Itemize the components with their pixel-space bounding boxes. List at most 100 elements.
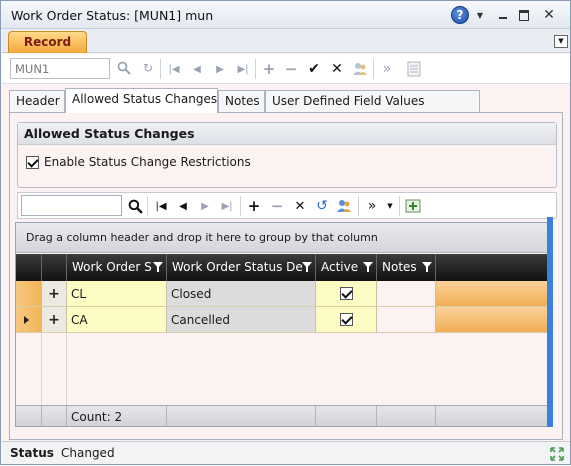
help-dropdown-icon[interactable]: ▼ (475, 6, 485, 24)
enable-restrictions-checkbox[interactable] (26, 155, 39, 169)
filter-icon[interactable] (363, 262, 373, 272)
row-selector[interactable] (16, 307, 42, 333)
refresh-icon[interactable]: ↻ (138, 58, 158, 78)
footer-cell (42, 406, 67, 426)
more-chevron-icon[interactable]: » (377, 59, 397, 79)
active-checkbox[interactable] (339, 287, 353, 300)
title-bar: Work Order Status: [MUN1] mun ? ▼ ✕ (1, 1, 570, 29)
notes-cell[interactable] (377, 281, 436, 307)
row-count: Count: 2 (67, 406, 167, 426)
group-title: Allowed Status Changes (18, 123, 556, 145)
grid-users-icon[interactable] (334, 196, 354, 216)
status-changes-grid: Drag a column header and drop it here to… (15, 222, 553, 427)
header-selector (16, 254, 42, 281)
add-row-plus-icon[interactable]: + (244, 196, 264, 216)
column-header-status-description[interactable]: Work Order Status De (167, 254, 316, 281)
status-description-cell: Closed (167, 281, 316, 307)
minimize-icon[interactable] (495, 6, 511, 24)
column-label: Active (321, 260, 359, 274)
filter-icon[interactable] (422, 262, 432, 272)
group-by-area[interactable]: Drag a column header and drop it here to… (16, 223, 552, 253)
toolbar-separator (373, 59, 374, 79)
tab-notes[interactable]: Notes (218, 90, 265, 112)
enable-restrictions-row[interactable]: Enable Status Change Restrictions (26, 155, 251, 169)
status-description-cell: Cancelled (167, 307, 316, 333)
expand-row-button[interactable]: + (42, 307, 67, 333)
toolbar-separator (147, 196, 148, 216)
record-toolbar: ↻ |◀ ◀ ▶ ▶| + − ✔ ✕ » (2, 54, 570, 84)
remove-row-icon[interactable]: − (267, 196, 287, 216)
footer-cell (167, 406, 316, 426)
expand-row-button[interactable]: + (42, 281, 67, 307)
remove-icon[interactable]: − (281, 59, 301, 79)
close-icon[interactable]: ✕ (541, 6, 557, 24)
column-header-work-order-status[interactable]: Work Order S (67, 254, 167, 281)
row-filler (436, 281, 552, 307)
filter-icon[interactable] (153, 262, 163, 272)
maximize-icon[interactable] (516, 6, 532, 24)
notes-icon[interactable] (404, 59, 424, 79)
window-title: Work Order Status: [MUN1] mun (11, 8, 214, 23)
grid-line (66, 333, 67, 405)
undo-icon[interactable]: ↺ (312, 196, 332, 216)
next-record-icon[interactable]: ▶ (210, 59, 230, 79)
active-checkbox[interactable] (339, 313, 353, 326)
previous-record-icon[interactable]: ◀ (187, 59, 207, 79)
save-check-icon[interactable]: ✔ (304, 59, 324, 79)
column-label: Work Order Status De (172, 260, 303, 274)
toolbar-separator (255, 59, 256, 79)
more-chevron-icon[interactable]: » (362, 196, 382, 216)
tab-allowed-status-changes[interactable]: Allowed Status Changes (65, 88, 218, 113)
column-header-notes[interactable]: Notes (377, 254, 436, 281)
tab-header[interactable]: Header (9, 90, 65, 112)
column-header-active[interactable]: Active (316, 254, 377, 281)
column-label: Work Order S (72, 260, 152, 274)
record-id-input[interactable] (10, 58, 110, 79)
cancel-x-icon[interactable]: ✕ (327, 59, 347, 79)
previous-row-icon[interactable]: ◀ (173, 196, 193, 216)
header-expand (42, 254, 67, 281)
footer-cell (316, 406, 377, 426)
next-row-icon[interactable]: ▶ (195, 196, 215, 216)
status-code-cell[interactable]: CA (67, 307, 167, 333)
enable-restrictions-label: Enable Status Change Restrictions (44, 155, 251, 169)
first-record-icon[interactable]: |◀ (164, 59, 184, 79)
expand-plus-icon[interactable]: + (48, 287, 60, 301)
expand-plus-icon[interactable]: + (48, 313, 60, 327)
footer-cell (377, 406, 436, 426)
delete-x-icon[interactable]: ✕ (290, 196, 310, 216)
last-record-icon[interactable]: ▶| (233, 59, 253, 79)
filter-icon[interactable] (302, 262, 312, 272)
grid-search-input[interactable] (21, 195, 122, 216)
current-row-pointer-icon (24, 316, 29, 324)
tab-user-defined-field-values[interactable]: User Defined Field Values (265, 90, 480, 112)
allowed-status-changes-panel: Allowed Status Changes Enable Status Cha… (9, 112, 563, 440)
grid-line (41, 333, 42, 405)
active-cell[interactable] (316, 307, 377, 333)
add-row-icon[interactable] (403, 196, 423, 216)
resize-grip-icon[interactable] (548, 445, 566, 463)
first-row-icon[interactable]: |◀ (151, 196, 171, 216)
last-row-icon[interactable]: ▶| (217, 196, 237, 216)
toolbar-separator (399, 196, 400, 216)
vertical-scrollbar[interactable] (547, 217, 553, 427)
more-dropdown-icon[interactable]: ▼ (380, 196, 400, 216)
grid-search-icon[interactable] (125, 196, 145, 216)
notes-cell[interactable] (377, 307, 436, 333)
table-row[interactable]: + CL Closed (16, 281, 552, 307)
ribbon-menu-dropdown-icon[interactable]: ▼ (554, 35, 568, 48)
ribbon-tab-record[interactable]: Record (8, 31, 87, 53)
grid-header-row: Work Order S Work Order Status De Active… (16, 254, 552, 281)
add-icon[interactable]: + (259, 59, 279, 79)
toolbar-separator (240, 196, 241, 216)
search-icon[interactable] (114, 58, 134, 78)
row-selector[interactable] (16, 281, 42, 307)
column-label: Notes (382, 260, 417, 274)
active-cell[interactable] (316, 281, 377, 307)
status-code-cell[interactable]: CL (67, 281, 167, 307)
footer-cell (16, 406, 42, 426)
help-icon[interactable]: ? (451, 6, 469, 24)
users-icon[interactable] (350, 59, 370, 79)
table-row[interactable]: + CA Cancelled (16, 307, 552, 333)
status-value: Changed (61, 446, 115, 460)
